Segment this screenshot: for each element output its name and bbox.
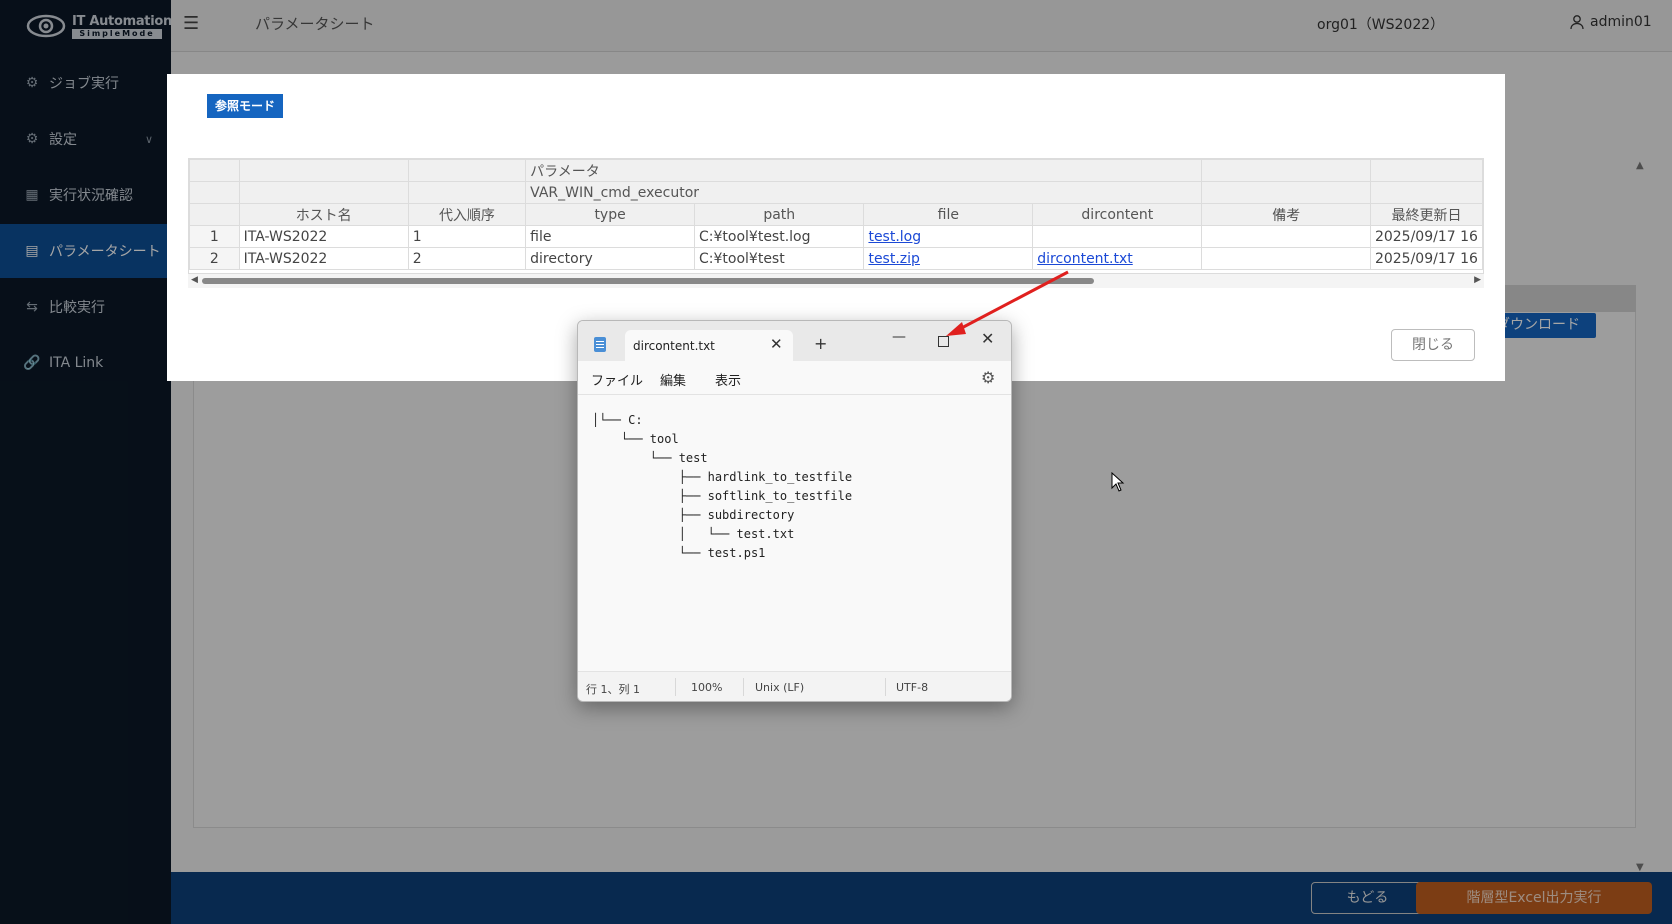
- status-separator: [885, 678, 886, 696]
- close-button[interactable]: 閉じる: [1391, 329, 1475, 361]
- cell-updated: 2025/09/17 16: [1369, 225, 1483, 248]
- table-header-row: ホスト名 代入順序 type path file dircontent 備考 最…: [189, 203, 1483, 226]
- cell-updated: 2025/09/17 16: [1369, 247, 1483, 270]
- cell-note: [1201, 247, 1371, 270]
- cell-order: 2: [407, 247, 527, 270]
- cell-host: ITA-WS2022: [238, 225, 409, 248]
- status-separator: [743, 678, 744, 696]
- column-header[interactable]: ホスト名: [238, 203, 409, 226]
- row-number: 1: [189, 225, 240, 248]
- cell-file: test.log: [863, 225, 1034, 248]
- new-tab-icon[interactable]: +: [814, 334, 827, 353]
- notepad-tab-title: dircontent.txt: [633, 339, 715, 353]
- mouse-cursor-icon: [1111, 472, 1125, 492]
- minimize-icon[interactable]: —: [892, 329, 906, 345]
- row-number: 2: [189, 247, 240, 270]
- column-header[interactable]: file: [863, 203, 1034, 226]
- cell-path: C:¥tool¥test: [694, 247, 865, 270]
- table-row: 1 ITA-WS2022 1 file C:¥tool¥test.log tes…: [189, 225, 1483, 248]
- cell-file: test.zip: [863, 247, 1034, 270]
- column-header[interactable]: 最終更新日: [1369, 203, 1483, 226]
- column-header[interactable]: type: [525, 203, 696, 226]
- scroll-right-icon[interactable]: ▶: [1474, 275, 1481, 285]
- status-separator: [675, 678, 676, 696]
- annotation-arrow: [946, 270, 1069, 336]
- group-header-var: VAR_WIN_cmd_executor: [525, 181, 1203, 204]
- menu-file[interactable]: ファイル: [591, 370, 643, 389]
- cell-type: file: [525, 225, 696, 248]
- parameter-table: パラメータ VAR_WIN_cmd_executor ホスト名 代入順序 typ…: [189, 159, 1483, 270]
- close-tab-icon[interactable]: ✕: [770, 335, 783, 353]
- status-encoding: UTF-8: [896, 681, 929, 694]
- status-line-ending: Unix (LF): [755, 681, 805, 694]
- column-header[interactable]: dircontent: [1032, 203, 1203, 226]
- notepad-text-area[interactable]: │└── C: └── tool └── test ├── hardlink_t…: [592, 411, 1002, 681]
- parameter-table-container: パラメータ VAR_WIN_cmd_executor ホスト名 代入順序 typ…: [188, 158, 1484, 274]
- column-header[interactable]: path: [694, 203, 865, 226]
- table-group-row: パラメータ: [189, 159, 1483, 182]
- table-row: 2 ITA-WS2022 2 directory C:¥tool¥test te…: [189, 247, 1483, 270]
- dircontent-link[interactable]: dircontent.txt: [1037, 251, 1133, 267]
- table-subgroup-row: VAR_WIN_cmd_executor: [189, 181, 1483, 204]
- notepad-tab[interactable]: dircontent.txt ✕: [625, 330, 793, 361]
- horizontal-scrollbar[interactable]: ◀ ▶: [188, 274, 1484, 288]
- menu-edit[interactable]: 編集: [660, 370, 686, 389]
- cell-order: 1: [407, 225, 527, 248]
- notepad-statusbar: 行 1、列 1 100% Unix (LF) UTF-8: [578, 671, 1011, 701]
- file-link[interactable]: test.zip: [868, 251, 919, 267]
- group-header-parameter: パラメータ: [525, 159, 1203, 182]
- menu-view[interactable]: 表示: [715, 370, 741, 389]
- notepad-menubar: ファイル 編集 表示 ⚙: [578, 361, 1011, 395]
- cell-type: directory: [525, 247, 696, 270]
- notepad-window: dircontent.txt ✕ + — ✕ ファイル 編集 表示 ⚙ │└──…: [577, 320, 1012, 702]
- cell-dircontent: [1032, 225, 1203, 248]
- notepad-app-icon: [594, 337, 606, 352]
- cell-path: C:¥tool¥test.log: [694, 225, 865, 248]
- cell-host: ITA-WS2022: [238, 247, 409, 270]
- settings-gear-icon[interactable]: ⚙: [981, 368, 995, 387]
- scroll-left-icon[interactable]: ◀: [191, 275, 198, 285]
- file-link[interactable]: test.log: [868, 229, 921, 245]
- status-position: 行 1、列 1: [586, 683, 640, 696]
- status-zoom[interactable]: 100%: [691, 681, 722, 694]
- cell-note: [1201, 225, 1371, 248]
- reference-mode-badge: 参照モード: [207, 94, 283, 118]
- column-header[interactable]: 代入順序: [407, 203, 527, 226]
- column-header[interactable]: 備考: [1201, 203, 1371, 226]
- cell-dircontent: dircontent.txt: [1032, 247, 1203, 270]
